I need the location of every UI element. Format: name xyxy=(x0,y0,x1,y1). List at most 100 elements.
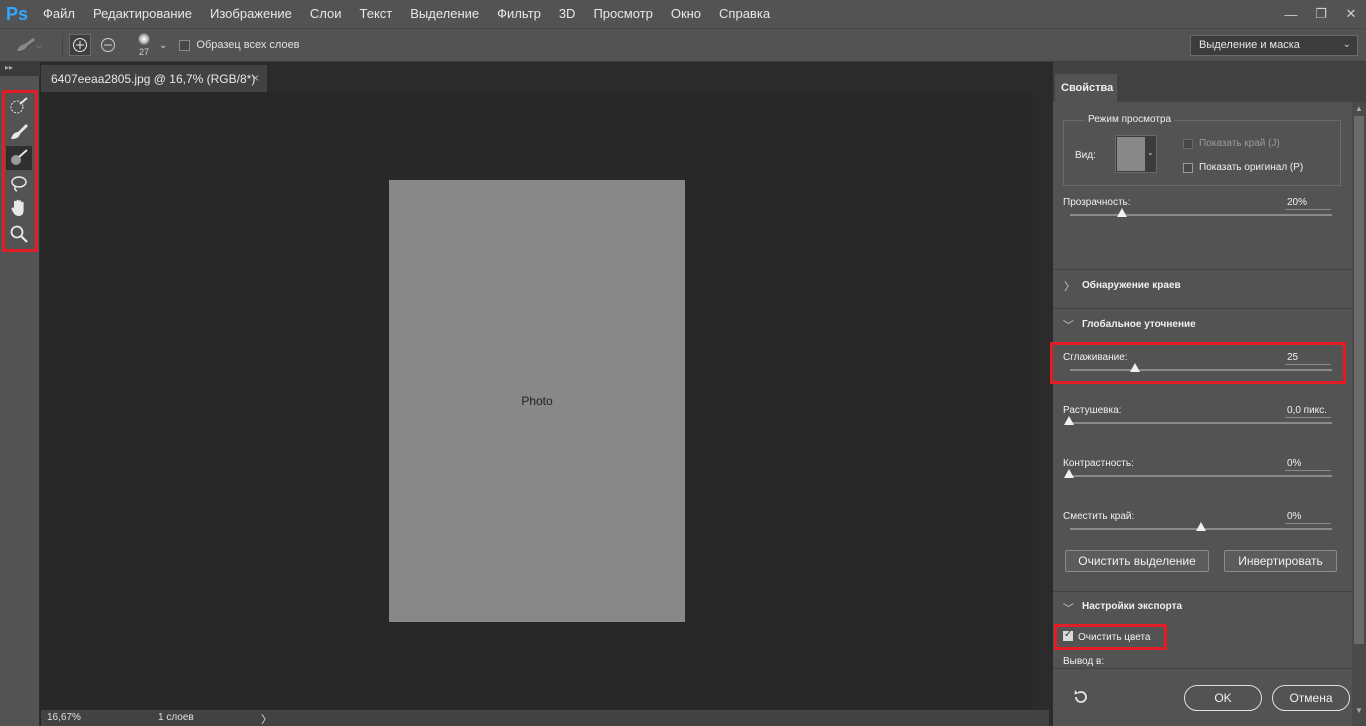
quick-selection-tool[interactable] xyxy=(6,94,32,118)
shift-edge-value[interactable]: 0% xyxy=(1285,511,1331,524)
opacity-value[interactable]: 20% xyxy=(1285,197,1331,210)
close-window-button[interactable]: ✕ xyxy=(1336,0,1366,28)
view-mode-thumbnail xyxy=(1117,137,1145,171)
chevron-down-icon: ⌄ xyxy=(1147,148,1154,157)
canvas-area[interactable]: Photo xyxy=(41,92,1033,710)
sample-all-layers-label: Образец всех слоев xyxy=(196,39,300,51)
scroll-thumb[interactable] xyxy=(1354,116,1364,644)
brush-size-picker[interactable]: 27 xyxy=(131,30,157,60)
panel-collapse-bar[interactable] xyxy=(1053,62,1366,74)
document-info: 1 слоев xyxy=(158,712,194,723)
menu-edit[interactable]: Редактирование xyxy=(84,0,201,28)
brush-tool[interactable] xyxy=(6,146,32,170)
opacity-label: Прозрачность: xyxy=(1063,197,1131,208)
chevron-down-icon[interactable]: 〉 xyxy=(1061,603,1077,614)
chevron-right-icon[interactable]: 〉 xyxy=(1064,278,1075,294)
options-bar: 27 ⌄ Образец всех слоев Выделение и маск… xyxy=(0,28,1366,62)
zoom-tool[interactable] xyxy=(6,222,32,246)
workspace-select[interactable]: Выделение и маска ⌄ xyxy=(1190,35,1358,56)
view-label: Вид: xyxy=(1075,150,1096,161)
menu-file[interactable]: Файл xyxy=(34,0,84,28)
zoom-icon xyxy=(10,225,28,243)
ok-button[interactable]: OK xyxy=(1184,685,1262,711)
scroll-up-icon[interactable]: ▲ xyxy=(1355,104,1363,113)
section-divider xyxy=(1053,308,1352,309)
show-original-checkbox[interactable] xyxy=(1183,163,1193,173)
opacity-slider-knob[interactable] xyxy=(1117,208,1127,217)
canvas-gutter xyxy=(1033,92,1049,710)
smooth-slider-knob[interactable] xyxy=(1130,363,1140,372)
document-tab[interactable]: 6407eeaa2805.jpg @ 16,7% (RGB/8*) × xyxy=(41,65,267,92)
shift-edge-label: Сместить край: xyxy=(1063,511,1135,522)
menu-select[interactable]: Выделение xyxy=(401,0,488,28)
feather-slider-knob[interactable] xyxy=(1064,416,1074,425)
menu-bar: Ps Файл Редактирование Изображение Слои … xyxy=(0,0,1366,28)
close-tab-icon[interactable]: × xyxy=(252,71,259,85)
quick-selection-icon xyxy=(10,97,28,114)
hand-tool[interactable] xyxy=(6,196,32,220)
zoom-level[interactable]: 16,67% xyxy=(47,712,81,723)
smooth-slider-track[interactable] xyxy=(1070,369,1332,371)
properties-scrollbar[interactable]: ▲ ▼ xyxy=(1352,102,1366,726)
menu-help[interactable]: Справка xyxy=(710,0,779,28)
invert-button[interactable]: Инвертировать xyxy=(1224,550,1337,572)
feather-slider-track[interactable] xyxy=(1070,422,1332,424)
clear-selection-button[interactable]: Очистить выделение xyxy=(1065,550,1209,572)
contrast-slider-track[interactable] xyxy=(1070,475,1332,477)
sample-all-layers-checkbox[interactable] xyxy=(179,39,191,51)
menu-view[interactable]: Просмотр xyxy=(584,0,661,28)
subtract-from-selection-icon[interactable] xyxy=(97,34,119,56)
view-mode-picker[interactable]: ⌄ xyxy=(1115,135,1157,173)
feather-value[interactable]: 0,0 пикс. xyxy=(1285,405,1331,418)
contrast-value[interactable]: 0% xyxy=(1285,458,1331,471)
shift-edge-slider-knob[interactable] xyxy=(1196,522,1206,531)
brush-tip-icon xyxy=(138,33,150,45)
view-mode-legend: Режим просмотра xyxy=(1085,114,1175,125)
reset-icon[interactable] xyxy=(1071,687,1091,707)
tools-collapse-bar[interactable]: ▸▸ xyxy=(0,62,40,76)
menu-window[interactable]: Окно xyxy=(662,0,710,28)
tab-properties[interactable]: Свойства xyxy=(1055,74,1117,102)
menu-type[interactable]: Текст xyxy=(351,0,402,28)
options-separator xyxy=(62,34,63,56)
tools-panel xyxy=(0,76,40,726)
chevron-down-icon[interactable]: 〉 xyxy=(1061,320,1077,331)
menu-image[interactable]: Изображение xyxy=(201,0,301,28)
properties-panel: Свойства ▲ ▼ Режим просмотра Вид: ⌄ Пока… xyxy=(1050,62,1366,726)
smooth-label: Сглаживание: xyxy=(1063,352,1128,363)
contrast-label: Контрастность: xyxy=(1063,458,1134,469)
show-edge-checkbox[interactable] xyxy=(1183,139,1193,149)
document-tab-title: 6407eeaa2805.jpg @ 16,7% (RGB/8*) xyxy=(51,72,256,86)
scroll-down-icon[interactable]: ▼ xyxy=(1355,706,1363,715)
output-settings-header[interactable]: Настройки экспорта xyxy=(1082,601,1182,612)
menu-filter[interactable]: Фильтр xyxy=(488,0,550,28)
photoshop-logo: Ps xyxy=(5,3,29,24)
menu-layer[interactable]: Слои xyxy=(301,0,351,28)
global-refinements-header[interactable]: Глобальное уточнение xyxy=(1082,319,1196,330)
contrast-slider-knob[interactable] xyxy=(1064,469,1074,478)
restore-button[interactable]: ❐ xyxy=(1306,0,1336,28)
lasso-icon xyxy=(11,176,27,192)
show-original-label: Показать оригинал (P) xyxy=(1199,162,1304,173)
cancel-button[interactable]: Отмена xyxy=(1272,685,1350,711)
photo-placeholder: Photo xyxy=(389,180,685,622)
document-image[interactable]: Photo xyxy=(389,180,685,622)
window-controls: — ❐ ✕ xyxy=(1276,0,1366,28)
sample-all-layers-option[interactable]: Образец всех слоев xyxy=(179,39,300,51)
decontaminate-colors-checkbox[interactable] xyxy=(1063,629,1073,641)
refine-edge-brush-tool[interactable] xyxy=(6,120,32,144)
edge-detection-header[interactable]: Обнаружение краев xyxy=(1082,280,1181,291)
opacity-slider-track[interactable] xyxy=(1070,214,1332,216)
brush-preset-icon xyxy=(17,38,43,51)
minimize-button[interactable]: — xyxy=(1276,0,1306,28)
status-menu-chevron-icon[interactable]: 〉 xyxy=(261,711,272,726)
smooth-value[interactable]: 25 xyxy=(1285,352,1331,365)
workspace-select-value: Выделение и маска xyxy=(1199,39,1300,51)
tool-preset-picker[interactable] xyxy=(0,29,56,61)
add-to-selection-icon[interactable] xyxy=(69,34,91,56)
brush-picker-chevron-icon[interactable]: ⌄ xyxy=(159,40,167,51)
document-tab-bar: 6407eeaa2805.jpg @ 16,7% (RGB/8*) × xyxy=(41,62,1049,92)
brush-size-value: 27 xyxy=(138,47,149,57)
menu-3d[interactable]: 3D xyxy=(550,0,585,28)
lasso-tool[interactable] xyxy=(6,172,32,196)
